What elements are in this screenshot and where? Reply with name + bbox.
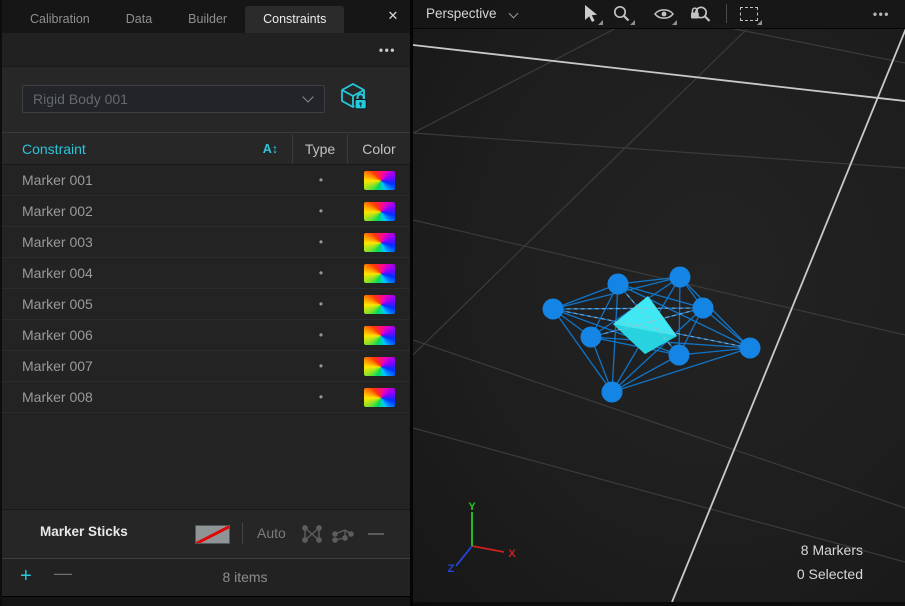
rigid-body-lock-icon[interactable] xyxy=(336,80,372,116)
color-swatch[interactable] xyxy=(364,357,395,376)
viewport-canvas-wrap: X Y Z Perspective xyxy=(413,0,905,606)
table-row[interactable]: Marker 004• xyxy=(2,258,410,289)
constraint-rows: Marker 001•Marker 002•Marker 003•Marker … xyxy=(2,165,410,509)
marker-sticks-label: Marker Sticks xyxy=(40,524,128,539)
column-header-constraint[interactable]: Constraint A↕ xyxy=(2,141,292,157)
table-row[interactable]: Marker 007• xyxy=(2,351,410,382)
table-row[interactable]: Marker 002• xyxy=(2,196,410,227)
table-row[interactable]: Marker 003• xyxy=(2,227,410,258)
tab-data[interactable]: Data xyxy=(108,6,170,33)
marker-name: Marker 006 xyxy=(2,327,294,343)
column-header-type[interactable]: Type xyxy=(292,134,347,164)
type-dot-icon: • xyxy=(294,297,348,311)
table-header: Constraint A↕ Type Color xyxy=(2,132,410,165)
color-swatch[interactable] xyxy=(364,202,395,221)
remove-button[interactable]: — xyxy=(54,563,72,584)
panel-bottom-edge xyxy=(2,596,410,606)
chevron-down-icon xyxy=(302,91,313,102)
item-count: 8 items xyxy=(222,569,267,585)
tab-bar: CalibrationDataBuilderConstraints ✕ xyxy=(2,0,410,33)
application-window: CalibrationDataBuilderConstraints✕ ••• R… xyxy=(0,0,905,606)
table-row[interactable]: Marker 006• xyxy=(2,320,410,351)
selection-rectangle-tool-icon[interactable] xyxy=(740,7,758,21)
close-panel-icon[interactable]: ✕ xyxy=(384,7,402,25)
viewport-3d: X Y Z Perspective xyxy=(410,0,905,606)
type-dot-icon: • xyxy=(294,204,348,218)
type-dot-icon: • xyxy=(294,266,348,280)
marker-name: Marker 003 xyxy=(2,234,294,250)
rigid-body-dropdown[interactable]: Rigid Body 001 xyxy=(22,85,325,113)
hud-selected-count: 0 Selected xyxy=(797,566,863,582)
no-color-stripe-icon xyxy=(195,525,230,544)
panel-footer: + — 8 items xyxy=(2,558,410,596)
table-row[interactable]: Marker 008• xyxy=(2,382,410,413)
remove-stick-icon[interactable] xyxy=(368,533,384,535)
svg-text:Y: Y xyxy=(468,501,476,513)
divider xyxy=(242,523,243,544)
auto-sticks-all-icon[interactable] xyxy=(301,524,323,549)
color-swatch[interactable] xyxy=(364,295,395,314)
visibility-tool-icon[interactable] xyxy=(652,4,676,24)
color-swatch[interactable] xyxy=(364,326,395,345)
sort-icon[interactable]: A↕ xyxy=(263,142,278,156)
marker-name: Marker 008 xyxy=(2,389,294,405)
type-dot-icon: • xyxy=(294,235,348,249)
color-swatch[interactable] xyxy=(364,264,395,283)
toolbar-divider xyxy=(726,4,727,23)
add-button[interactable]: + xyxy=(20,565,32,588)
tab-builder[interactable]: Builder xyxy=(170,6,245,33)
marker-name: Marker 001 xyxy=(2,172,294,188)
table-row[interactable]: Marker 005• xyxy=(2,289,410,320)
constraints-panel: CalibrationDataBuilderConstraints✕ ••• R… xyxy=(0,0,410,606)
tab-constraints[interactable]: Constraints xyxy=(245,6,344,33)
rigid-body-selector-section: Rigid Body 001 xyxy=(2,66,410,132)
viewport-options-icon[interactable]: ••• xyxy=(873,7,890,21)
svg-text:Z: Z xyxy=(448,563,455,575)
panel-options-icon[interactable]: ••• xyxy=(379,43,396,57)
constraint-header-label: Constraint xyxy=(22,141,86,157)
table-row[interactable]: Marker 001• xyxy=(2,165,410,196)
zoom-lock-tool-icon[interactable] xyxy=(688,4,712,24)
marker-sticks-toolbar: Marker Sticks Auto xyxy=(2,509,410,558)
viewport-canvas[interactable]: X Y Z xyxy=(413,0,905,606)
color-swatch[interactable] xyxy=(364,388,395,407)
type-dot-icon: • xyxy=(294,173,348,187)
auto-label: Auto xyxy=(257,525,286,541)
zoom-tool-icon[interactable] xyxy=(610,4,634,24)
select-tool-icon[interactable] xyxy=(578,4,602,24)
marker-name: Marker 004 xyxy=(2,265,294,281)
tab-calibration[interactable]: Calibration xyxy=(12,6,108,33)
color-swatch[interactable] xyxy=(364,171,395,190)
viewport-bottom-edge xyxy=(413,602,905,606)
marker-name: Marker 005 xyxy=(2,296,294,312)
column-header-color[interactable]: Color xyxy=(347,134,410,164)
viewport-toolbar: Perspective xyxy=(413,0,905,29)
type-dot-icon: • xyxy=(294,390,348,404)
color-swatch[interactable] xyxy=(364,233,395,252)
chevron-down-icon xyxy=(509,9,519,19)
marker-name: Marker 002 xyxy=(2,203,294,219)
svg-text:X: X xyxy=(508,548,516,560)
camera-mode-dropdown[interactable]: Perspective xyxy=(426,6,497,21)
rigid-body-dropdown-value: Rigid Body 001 xyxy=(23,91,304,107)
auto-sticks-chain-icon[interactable] xyxy=(332,524,354,549)
panel-menu-strip: ••• xyxy=(2,33,410,66)
type-dot-icon: • xyxy=(294,359,348,373)
stick-color-swatch-button[interactable] xyxy=(195,525,230,544)
hud-marker-count: 8 Markers xyxy=(801,542,863,558)
marker-name: Marker 007 xyxy=(2,358,294,374)
type-dot-icon: • xyxy=(294,328,348,342)
